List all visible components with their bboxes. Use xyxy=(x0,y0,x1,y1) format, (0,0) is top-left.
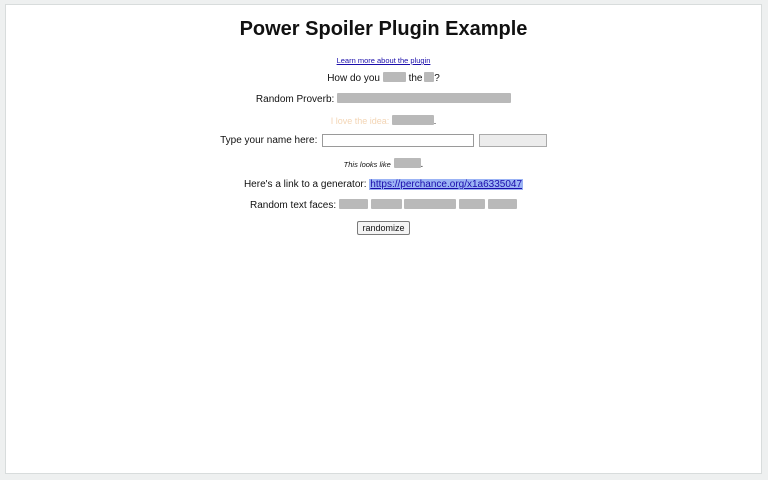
love-idea-suffix: . xyxy=(433,116,437,126)
name-input[interactable] xyxy=(322,134,475,147)
looks-like-suffix: . xyxy=(420,159,424,170)
name-input-row: Type your name here: xyxy=(6,134,761,148)
how-do-you-suffix: ? xyxy=(434,73,440,84)
name-output-box xyxy=(478,134,547,147)
spoiler-block-face-3[interactable] xyxy=(404,199,457,209)
name-prompt-label: Type your name here: xyxy=(220,135,318,147)
randomize-row: randomize xyxy=(6,221,761,236)
spoiler-block-verb[interactable] xyxy=(382,72,406,82)
text-faces-label: Random text faces: xyxy=(249,200,337,211)
random-proverb-row: Random Proverb: xyxy=(6,93,761,107)
spoiler-block-face-1[interactable] xyxy=(338,199,368,209)
spoiler-block-face-2[interactable] xyxy=(370,199,402,209)
randomize-button[interactable]: randomize xyxy=(357,221,410,235)
page-title: Power Spoiler Plugin Example xyxy=(239,18,528,40)
generator-link[interactable]: https://perchance.org/x1a6335047 xyxy=(369,179,524,190)
generator-row: Here's a link to a generator: https://pe… xyxy=(6,178,761,192)
looks-like-text: This looks like xyxy=(343,160,391,169)
spoiler-block-idea[interactable] xyxy=(391,115,434,125)
spoiler-block-looks-like[interactable] xyxy=(393,158,421,168)
random-proverb-label: Random Proverb: xyxy=(255,94,335,105)
learn-more-row: Learn more about the plugin xyxy=(6,54,761,68)
how-do-you-prefix: How do you xyxy=(327,73,380,84)
how-do-you-row: How do you the ? xyxy=(6,72,761,86)
spoiler-block-proverb[interactable] xyxy=(337,93,512,103)
page-frame: Power Spoiler Plugin Example Learn more … xyxy=(5,4,762,474)
looks-like-row: This looks like . xyxy=(6,158,761,172)
spoiler-block-noun[interactable] xyxy=(424,72,435,82)
love-idea-text: I love the idea: xyxy=(330,116,390,126)
love-idea-row: I love the idea: . xyxy=(6,114,761,128)
spoiler-block-face-4[interactable] xyxy=(459,199,486,209)
spoiler-block-face-5[interactable] xyxy=(488,199,518,209)
how-do-you-middle: the xyxy=(408,73,423,84)
generator-label: Here's a link to a generator: xyxy=(243,179,367,190)
learn-more-link[interactable]: Learn more about the plugin xyxy=(337,56,431,65)
text-faces-row: Random text faces: xyxy=(6,199,761,213)
